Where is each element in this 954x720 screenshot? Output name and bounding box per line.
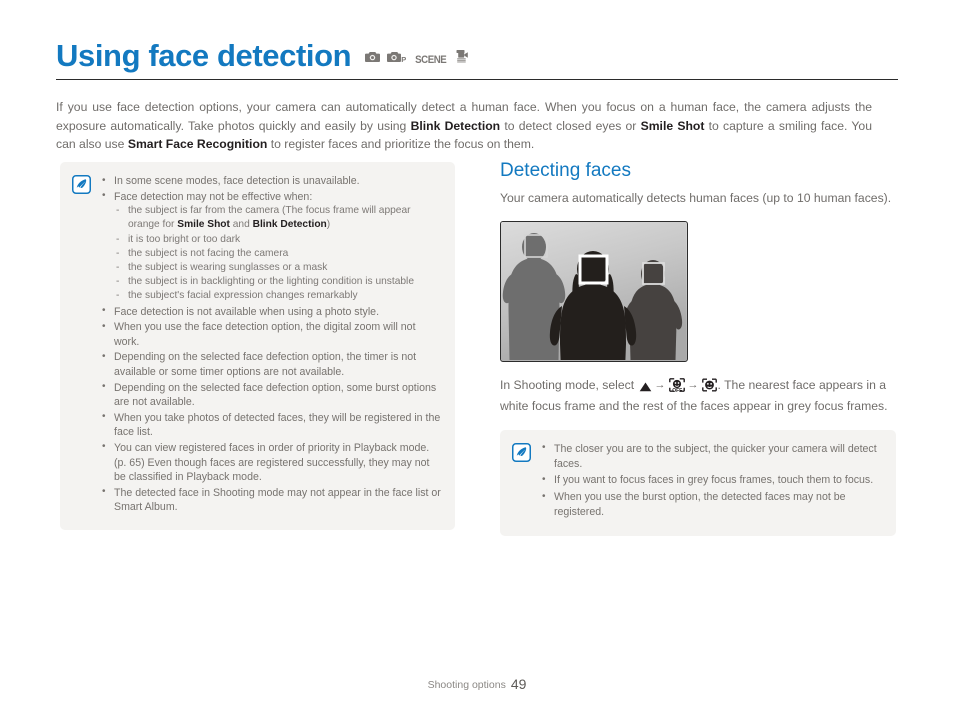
scene-mode-icon: SCENE xyxy=(415,54,447,66)
illustration-wrapper xyxy=(500,220,896,362)
sub-text-3: ) xyxy=(326,219,331,231)
intro-bold-smart-face-recognition: Smart Face Recognition xyxy=(127,137,268,152)
intro-bold-blink-detection: Blink Detection xyxy=(410,118,501,133)
movie-mode-icon xyxy=(456,49,470,67)
section-paragraph: Your camera automatically detects human … xyxy=(500,190,892,205)
svg-text:OFF: OFF xyxy=(672,388,682,392)
intro-bold-smile-shot: Smile Shot xyxy=(640,118,705,133)
list-item: When you take photos of detected faces, … xyxy=(101,410,441,440)
left-note-sublist: the subject is far from the camera (The … xyxy=(114,204,441,304)
list-item: In some scene modes, face detection is u… xyxy=(101,174,441,189)
instruction-paragraph: In Shooting mode, select → OFF →. The near… xyxy=(500,376,896,415)
svg-text:P: P xyxy=(401,55,406,63)
sub-bold-blink-detection: Blink Detection xyxy=(252,219,327,231)
list-item: the subject is in backlighting or the li… xyxy=(114,275,441,289)
list-item: The detected face in Shooting mode may n… xyxy=(101,485,441,515)
left-column: In some scene modes, face detection is u… xyxy=(60,162,455,530)
intro-paragraph: If you use face detection options, your … xyxy=(56,98,872,154)
list-item: You can view registered faces in order o… xyxy=(101,440,441,485)
right-note-body: The closer you are to the subject, the q… xyxy=(541,441,882,522)
right-note-box: The closer you are to the subject, the q… xyxy=(500,429,896,536)
intro-text-2: to detect closed eyes or xyxy=(500,118,641,133)
face-detection-normal-icon xyxy=(701,378,717,397)
list-item: Face detection may not be effective when… xyxy=(101,189,441,304)
page-header: Using face detection P SCENE xyxy=(56,40,898,80)
document-page: Using face detection P SCENE If you use … xyxy=(0,0,954,720)
arrow-separator-1: → xyxy=(654,378,666,391)
note-pen-icon xyxy=(72,175,91,194)
face-detection-example-photo xyxy=(500,220,688,362)
camera-program-icon: P xyxy=(387,50,406,67)
list-item: If you want to focus faces in grey focus… xyxy=(541,473,882,488)
list-item: the subject's facial expression changes … xyxy=(114,289,441,303)
list-item: When you use the face detection option, … xyxy=(101,320,441,349)
list-item: the subject is not facing the camera xyxy=(114,247,441,261)
list-item: The closer you are to the subject, the q… xyxy=(541,441,882,472)
left-note-body: In some scene modes, face detection is u… xyxy=(101,174,441,516)
left-note-list: In some scene modes, face detection is u… xyxy=(101,174,441,515)
list-item: the subject is wearing sunglasses or a m… xyxy=(114,261,441,275)
instruction-text-1: In Shooting mode, select xyxy=(500,377,638,392)
list-item: When you use the burst option, the detec… xyxy=(541,490,882,520)
list-item-label: Face detection may not be effective when… xyxy=(114,190,313,203)
right-note-list: The closer you are to the subject, the q… xyxy=(541,441,882,520)
footer-section-label: Shooting options xyxy=(427,679,506,691)
menu-triangle-icon xyxy=(639,379,652,397)
mode-icon-group: P SCENE xyxy=(365,49,469,73)
list-item: Depending on the selected face defection… xyxy=(101,350,441,379)
page-footer: Shooting options 49 xyxy=(0,676,954,692)
list-item: it is too bright or too dark xyxy=(114,233,441,247)
title-row: Using face detection P SCENE xyxy=(56,40,898,73)
list-item: Depending on the selected face defection… xyxy=(101,380,441,410)
right-column: Detecting faces Your camera automaticall… xyxy=(500,160,896,536)
camera-auto-icon xyxy=(365,50,381,67)
page-title: Using face detection xyxy=(56,38,352,73)
title-divider xyxy=(56,79,898,80)
page-number: 49 xyxy=(510,676,527,692)
arrow-separator-2: → xyxy=(687,378,699,391)
list-item: the subject is far from the camera (The … xyxy=(114,204,441,232)
sub-bold-smile-shot: Smile Shot xyxy=(177,219,230,231)
section-title: Detecting faces xyxy=(500,160,631,181)
left-note-box: In some scene modes, face detection is u… xyxy=(60,162,455,530)
sub-text-2: and xyxy=(229,219,253,231)
note-pen-icon xyxy=(512,442,531,462)
list-item: Face detection is not available when usi… xyxy=(101,304,441,320)
intro-text-4: to register faces and prioritize the foc… xyxy=(267,137,535,152)
face-detection-off-icon: OFF xyxy=(668,377,685,397)
